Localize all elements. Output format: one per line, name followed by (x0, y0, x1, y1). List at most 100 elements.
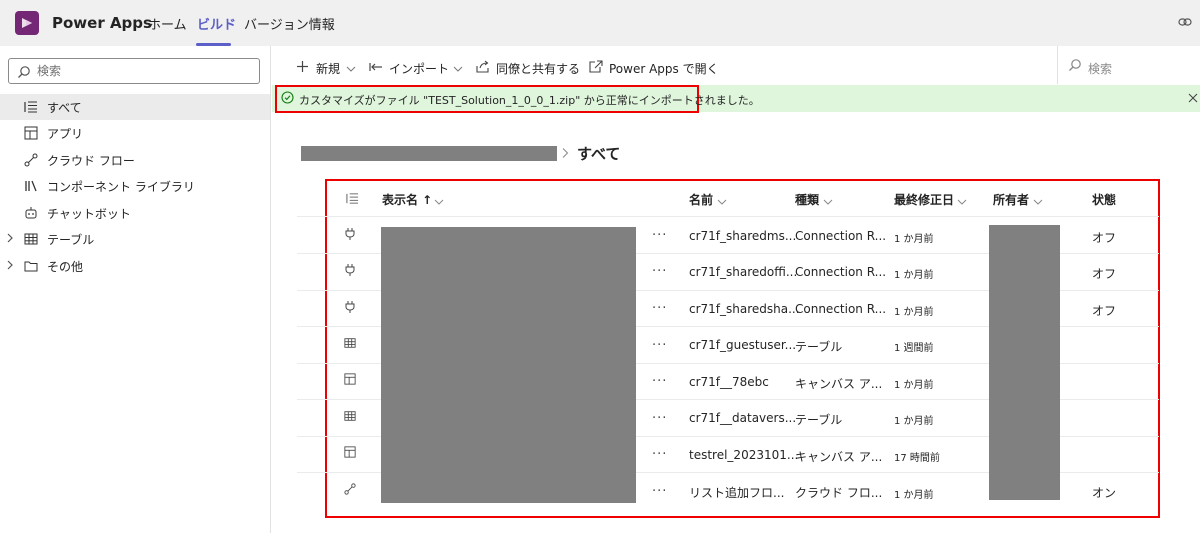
folder-icon (24, 259, 38, 273)
cell-modified: 17 時間前 (894, 453, 940, 464)
column-header-modified[interactable]: 最終修正日 (894, 191, 954, 208)
tab-build[interactable]: ビルド (197, 14, 236, 33)
share-icon (476, 60, 490, 77)
chevron-down-icon[interactable] (434, 195, 444, 210)
chevron-down-icon[interactable] (957, 195, 967, 210)
chevron-down-icon[interactable] (1033, 195, 1043, 210)
close-icon[interactable] (1188, 92, 1198, 107)
link-icon[interactable] (1178, 16, 1192, 32)
list-icon[interactable] (346, 192, 359, 209)
sidebar-item-label: すべて (47, 101, 82, 115)
cell-name[interactable]: リスト追加フロ... (689, 484, 784, 501)
cell-status: オン (1092, 486, 1117, 500)
redacted-display-names (381, 227, 636, 503)
column-header-owner[interactable]: 所有者 (993, 191, 1029, 208)
search-icon[interactable] (1068, 58, 1082, 76)
chevron-down-icon[interactable] (346, 62, 356, 77)
more-options-icon[interactable]: ··· (652, 484, 667, 499)
top-bar: Power Apps ホーム ビルド バージョン情報 (0, 0, 1200, 46)
app-icon (344, 446, 356, 462)
cell-type: クラウド フロ... (795, 486, 883, 500)
plus-icon (296, 60, 309, 77)
chevron-right-icon[interactable] (6, 259, 14, 275)
open-external-icon (589, 60, 603, 77)
power-apps-logo-icon[interactable] (15, 11, 39, 35)
cell-name[interactable]: cr71f__datavers... (689, 411, 796, 425)
chevron-right-icon[interactable] (6, 232, 14, 248)
cell-name[interactable]: testrel_2023101... (689, 448, 798, 462)
column-header-type[interactable]: 種類 (795, 191, 819, 208)
sidebar-item-cloud-flows[interactable]: クラウド フロー (0, 147, 270, 173)
sidebar-item-chatbots[interactable]: チャットボット (0, 200, 270, 226)
sidebar-item-other[interactable]: その他 (0, 253, 270, 279)
open-in-power-apps-button[interactable]: Power Apps で開く (609, 60, 719, 77)
app-icon (344, 373, 356, 389)
flow-icon (24, 153, 38, 167)
plug-icon (344, 300, 356, 318)
app-name[interactable]: Power Apps (52, 14, 152, 32)
cell-modified: 1 か月前 (894, 380, 934, 391)
table-icon (344, 337, 356, 353)
cell-name[interactable]: cr71f_sharedms... (689, 229, 796, 243)
new-button[interactable]: 新規 (316, 60, 340, 77)
cell-status: オフ (1092, 267, 1117, 281)
sidebar-item-label: チャットボット (47, 207, 131, 221)
sidebar-item-label: コンポーネント ライブラリ (47, 180, 195, 194)
import-button[interactable]: インポート (389, 60, 449, 77)
sidebar-item-tables[interactable]: テーブル (0, 226, 270, 252)
banner-message: カスタマイズがファイル "TEST_Solution_1_0_0_1.zip" … (299, 94, 760, 107)
table-icon (344, 410, 356, 426)
cell-modified: 1 か月前 (894, 416, 934, 427)
more-options-icon[interactable]: ··· (652, 228, 667, 243)
cell-name[interactable]: cr71f_sharedoffi... (689, 265, 797, 279)
check-circle-icon (281, 91, 294, 108)
redacted-owners (989, 225, 1060, 500)
cell-type: テーブル (795, 413, 843, 427)
chevron-down-icon[interactable] (453, 62, 463, 77)
column-header-name[interactable]: 名前 (689, 191, 713, 208)
tab-home[interactable]: ホーム (148, 14, 187, 33)
cell-name[interactable]: cr71f_guestuser... (689, 338, 796, 352)
column-header-status[interactable]: 状態 (1092, 191, 1116, 208)
more-options-icon[interactable]: ··· (652, 338, 667, 353)
cell-status: オフ (1092, 304, 1117, 318)
cell-type: Connection R... (795, 302, 887, 316)
more-options-icon[interactable]: ··· (652, 264, 667, 279)
flow-icon (344, 483, 356, 499)
cell-modified: 1 か月前 (894, 490, 934, 501)
sidebar-item-label: その他 (47, 260, 84, 274)
sidebar-search-input[interactable] (37, 62, 247, 80)
command-search-input[interactable]: 検索 (1088, 60, 1112, 77)
more-options-icon[interactable]: ··· (652, 411, 667, 426)
sidebar-item-label: クラウド フロー (47, 154, 135, 168)
command-bar-divider (1057, 46, 1058, 84)
cell-status: オフ (1092, 231, 1117, 245)
sidebar-item-label: テーブル (47, 233, 95, 247)
library-icon (24, 179, 38, 193)
plug-icon (344, 263, 356, 281)
chevron-down-icon[interactable] (717, 195, 727, 210)
list-icon (24, 100, 38, 114)
cell-name[interactable]: cr71f__78ebc (689, 375, 769, 389)
import-icon (369, 61, 383, 77)
sidebar-search-box[interactable] (8, 58, 260, 84)
more-options-icon[interactable]: ··· (652, 374, 667, 389)
column-header-display-name[interactable]: 表示名 ↑ (382, 191, 432, 208)
chevron-right-icon (561, 147, 569, 163)
sidebar-item-apps[interactable]: アプリ (0, 120, 270, 146)
row-divider (297, 216, 1159, 217)
cell-modified: 1 週間前 (894, 343, 934, 354)
page-title: すべて (577, 145, 621, 163)
more-options-icon[interactable]: ··· (652, 447, 667, 462)
sidebar-item-all[interactable]: すべて (0, 94, 270, 120)
chevron-down-icon[interactable] (823, 195, 833, 210)
tab-about[interactable]: バージョン情報 (244, 14, 335, 33)
redacted-breadcrumb (301, 146, 557, 161)
cell-modified: 1 か月前 (894, 270, 934, 281)
sidebar: すべて アプリ クラウド フロー コンポーネント ライブラリ チャットボット テ… (0, 46, 271, 533)
app-icon (24, 126, 38, 140)
sidebar-item-component-libraries[interactable]: コンポーネント ライブラリ (0, 173, 270, 199)
more-options-icon[interactable]: ··· (652, 301, 667, 316)
cell-name[interactable]: cr71f_sharedsha... (689, 302, 800, 316)
share-button[interactable]: 同僚と共有する (496, 60, 580, 77)
